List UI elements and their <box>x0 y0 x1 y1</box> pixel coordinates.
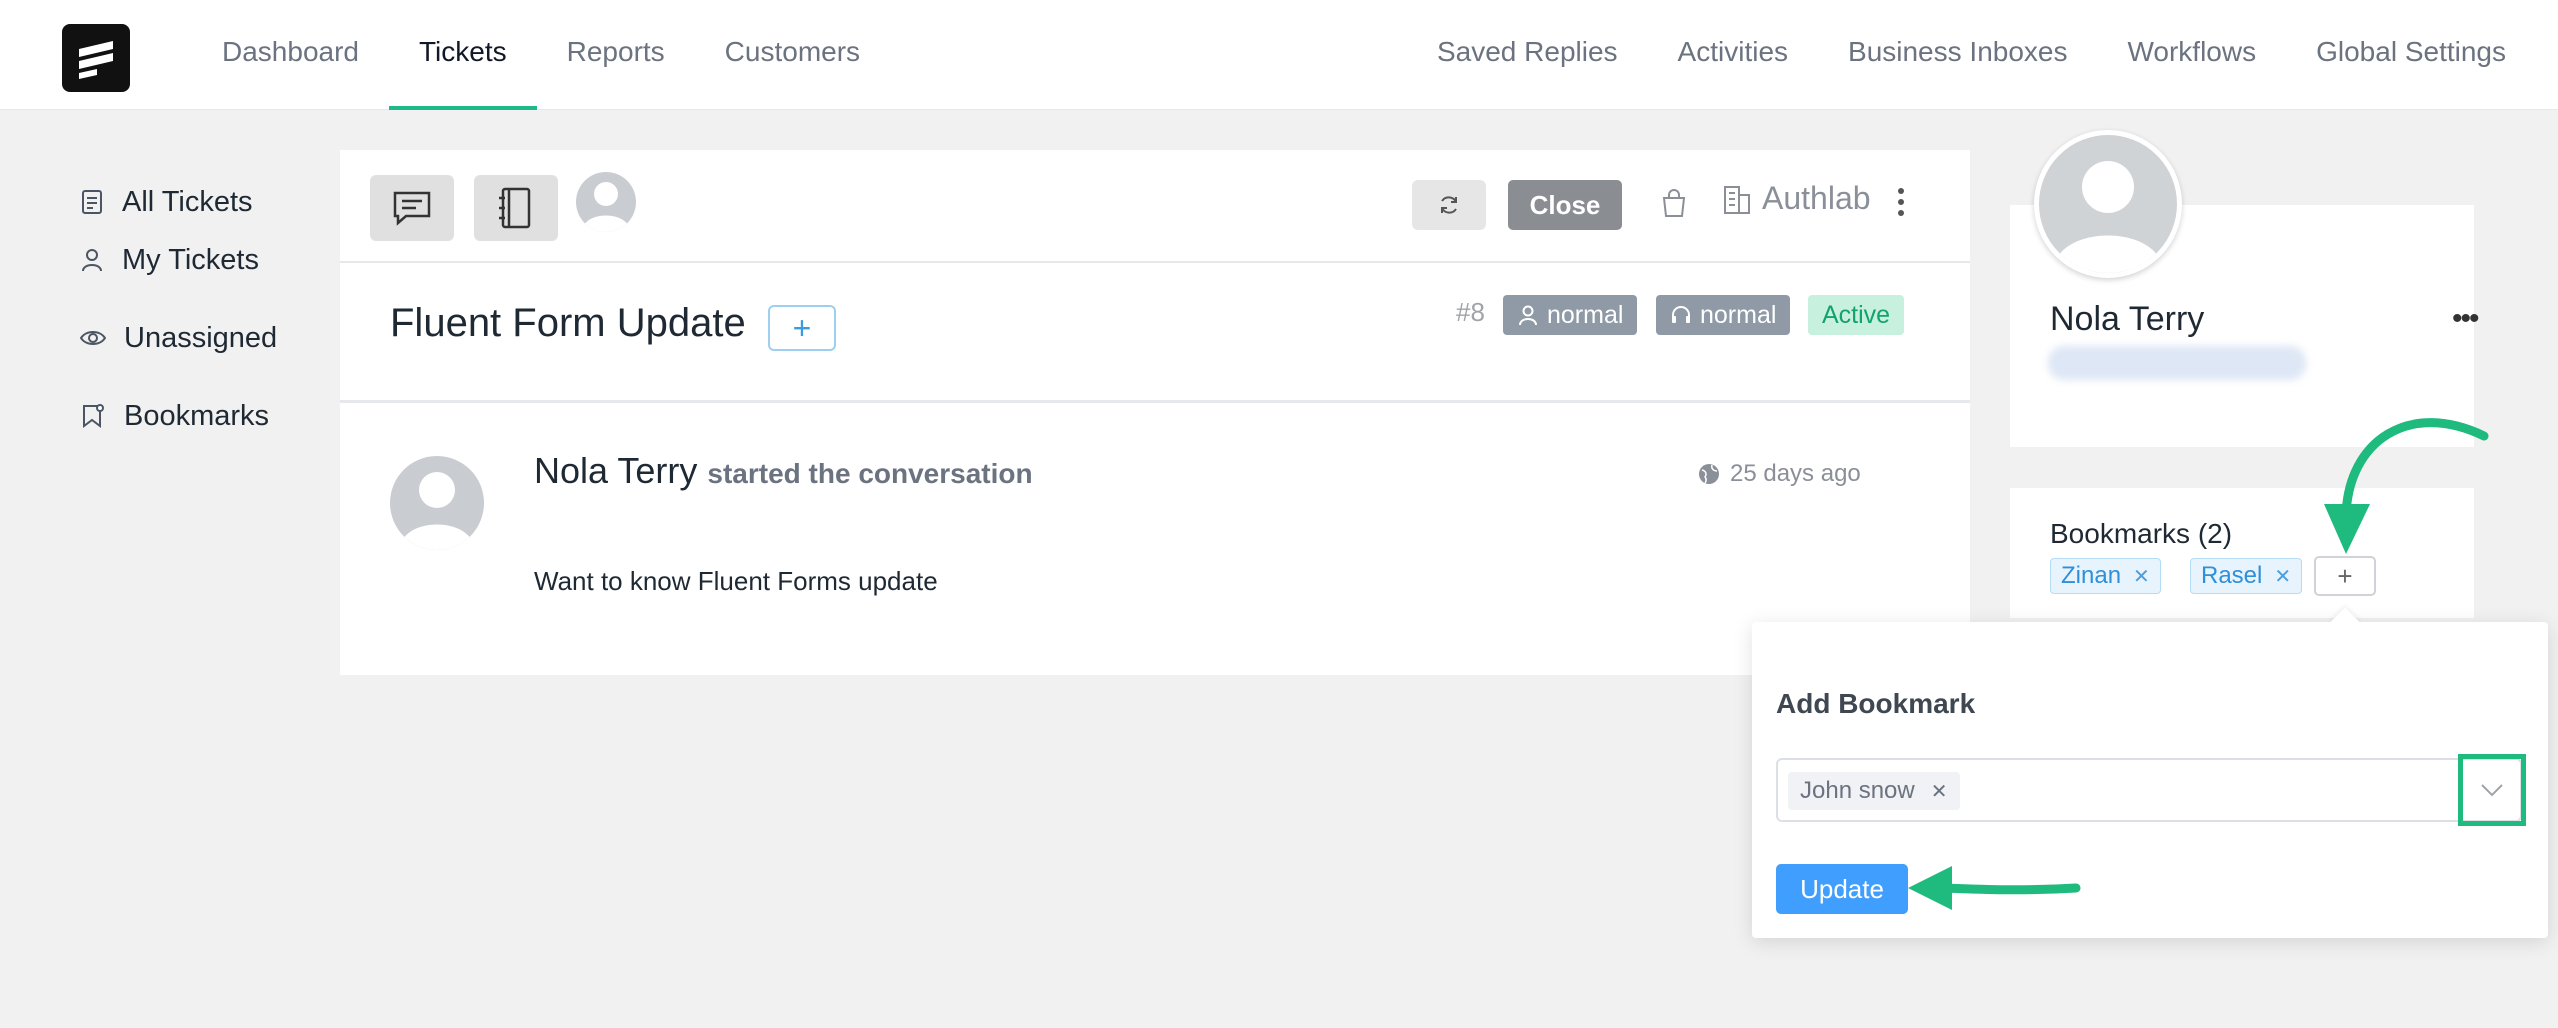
status-badge: Active <box>1808 295 1905 335</box>
badge-label: normal <box>1547 300 1624 329</box>
remove-tag-icon[interactable]: ✕ <box>2133 564 2150 589</box>
chevron-down-icon <box>2481 784 2503 797</box>
bookmark-icon <box>83 404 104 428</box>
ticket-filter-menu: All Tickets My Tickets Unassigned Bookma… <box>80 170 277 468</box>
ticket-header: Fluent Form Update + #8 normal normal Ac… <box>340 263 1970 403</box>
nav-customers[interactable]: Customers <box>725 0 860 110</box>
sidebar-item-label: Unassigned <box>124 321 278 354</box>
close-ticket-button[interactable]: Close <box>1508 180 1622 230</box>
ticket-title: Fluent Form Update <box>390 301 746 345</box>
eye-icon <box>80 331 106 345</box>
shopping-bag-icon[interactable] <box>1660 188 1688 223</box>
nav-activities[interactable]: Activities <box>1678 0 1788 110</box>
user-icon <box>82 249 102 272</box>
nav-global-settings[interactable]: Global Settings <box>2316 0 2506 110</box>
user-icon <box>1519 305 1537 326</box>
conversation-action: started the conversation <box>707 458 1033 489</box>
bookmarks-title: Bookmarks (2) <box>2050 518 2233 549</box>
avatar <box>390 456 484 550</box>
sidebar-item-label: Bookmarks <box>124 399 270 432</box>
company-name: Authlab <box>1762 180 1871 216</box>
nav-tickets[interactable]: Tickets <box>389 0 537 110</box>
sidebar-item-label: My Tickets <box>122 243 259 276</box>
globe-icon <box>1699 464 1719 484</box>
badge-label: normal <box>1700 300 1777 329</box>
ticket-toolbar: Close Authlab <box>340 150 1970 263</box>
remove-chip-icon[interactable]: ✕ <box>1931 779 1948 804</box>
bookmark-tag: Zinan ✕ <box>2050 558 2161 594</box>
agent-avatar[interactable] <box>576 172 636 232</box>
nav-saved-replies[interactable]: Saved Replies <box>1437 0 1618 110</box>
sidebar-item-label: All Tickets <box>122 185 253 218</box>
notebook-icon <box>499 187 531 229</box>
nav-workflows[interactable]: Workflows <box>2127 0 2256 110</box>
nav-reports[interactable]: Reports <box>567 0 665 110</box>
conversation-author: Nola Terry <box>534 450 698 491</box>
chat-icon <box>393 191 431 226</box>
more-options-icon[interactable] <box>1896 186 1906 223</box>
add-tag-button[interactable]: + <box>768 305 836 351</box>
add-bookmark-popover: Add Bookmark John snow ✕ Update <box>1752 622 2548 938</box>
customer-name: Nola Terry <box>2050 300 2205 338</box>
update-button[interactable]: Update <box>1776 864 1908 914</box>
note-button[interactable] <box>474 175 558 241</box>
bookmark-tag: Rasel ✕ <box>2190 558 2303 594</box>
agent-priority-badge: normal <box>1656 295 1791 335</box>
conversation-time: 25 days ago <box>1698 460 1861 488</box>
reply-button[interactable] <box>370 175 454 241</box>
default-avatar-icon <box>2053 161 2163 273</box>
headset-icon <box>1672 306 1690 323</box>
nav-dashboard[interactable]: Dashboard <box>222 0 359 110</box>
add-bookmark-button[interactable]: + <box>2314 556 2376 596</box>
ticket-panel: Close Authlab Fluent Form Update + #8 no… <box>340 150 1970 675</box>
logo-icon <box>79 41 113 79</box>
nav-business-inboxes[interactable]: Business Inboxes <box>1848 0 2067 110</box>
default-avatar-icon <box>400 472 474 550</box>
customer-avatar <box>2034 130 2182 278</box>
building-icon <box>1724 185 1750 214</box>
app-logo[interactable] <box>62 24 130 92</box>
sidebar-item-bookmarks[interactable]: Bookmarks <box>80 364 277 468</box>
dropdown-toggle[interactable] <box>2458 754 2526 826</box>
top-navbar: Dashboard Tickets Reports Customers Save… <box>0 0 2558 110</box>
document-icon <box>82 190 102 214</box>
conversation-header: Nola Terry started the conversation <box>534 450 1033 492</box>
time-label: 25 days ago <box>1730 460 1861 487</box>
secondary-nav: Saved Replies Activities Business Inboxe… <box>1377 0 2506 110</box>
customer-menu-icon[interactable]: ••• <box>2452 302 2479 336</box>
refresh-icon <box>1441 196 1457 214</box>
tag-label: Zinan <box>2061 562 2122 589</box>
tag-label: Rasel <box>2201 562 2263 589</box>
selected-agent-chip: John snow ✕ <box>1788 772 1960 810</box>
customer-email-redacted <box>2048 346 2306 380</box>
primary-nav: Dashboard Tickets Reports Customers <box>222 0 920 110</box>
popover-title: Add Bookmark <box>1776 688 1976 719</box>
customer-priority-badge: normal <box>1503 295 1638 335</box>
bookmark-select[interactable]: John snow ✕ <box>1776 754 2526 826</box>
remove-tag-icon[interactable]: ✕ <box>2274 564 2291 589</box>
default-avatar-icon <box>582 182 630 232</box>
chip-label: John snow <box>1800 777 1915 804</box>
refresh-button[interactable] <box>1412 180 1486 230</box>
customer-company[interactable]: Authlab <box>1722 180 1871 217</box>
bookmarks-card <box>2010 488 2474 618</box>
ticket-number: #8 <box>1456 297 1485 327</box>
conversation-message: Want to know Fluent Forms update <box>534 566 938 596</box>
